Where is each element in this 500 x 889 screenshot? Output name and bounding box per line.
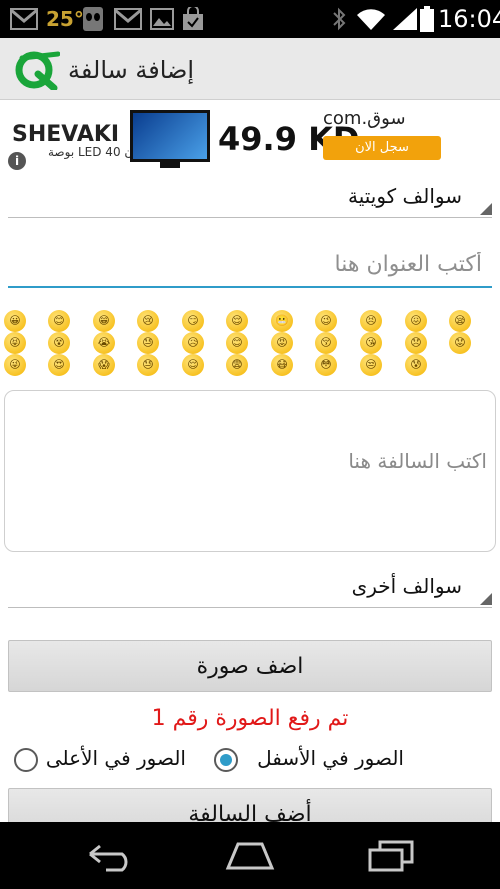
back-icon[interactable] [86, 840, 136, 872]
tv-stand [160, 162, 180, 168]
tv-image [130, 110, 210, 162]
weather-temperature: 25° [46, 7, 84, 31]
image-notification-icon [150, 0, 174, 38]
page-title: إضافة سالفة [68, 56, 195, 84]
radio-label-top: الصور في الأعلى [45, 746, 186, 770]
emoji-icon[interactable]: 😭 [93, 332, 115, 354]
emoji-icon[interactable]: 😓 [137, 332, 159, 354]
category-spinner-label: سوالف كويتية [347, 184, 462, 208]
emoji-icon[interactable]: 😌 [182, 354, 204, 376]
emoji-icon[interactable]: 😳 [315, 354, 337, 376]
emoji-icon[interactable]: 😣 [360, 310, 382, 332]
status-bar: 25° 16:04 [0, 0, 500, 38]
alien-notification-icon [82, 0, 104, 38]
section-spinner-label: سوالف أخرى [351, 574, 462, 598]
emoji-icon[interactable]: 😜 [4, 354, 26, 376]
bluetooth-icon [332, 0, 346, 38]
emoji-icon[interactable]: 😊 [48, 310, 70, 332]
emoji-icon[interactable]: 😨 [226, 354, 248, 376]
shopping-bag-icon [182, 0, 204, 38]
gmail-notification-icon-2 [114, 0, 142, 38]
section-spinner[interactable]: سوالف أخرى [8, 566, 492, 608]
battery-icon [420, 0, 434, 38]
story-input[interactable] [4, 390, 496, 552]
app-logo-icon[interactable] [14, 50, 61, 92]
emoji-icon[interactable]: 😱 [93, 354, 115, 376]
emoji-icon[interactable]: 😚 [315, 332, 337, 354]
emoji-icon[interactable]: 😒 [360, 354, 382, 376]
ad-store-name: سوق.com [323, 108, 406, 129]
emoji-icon[interactable]: 😝 [4, 332, 26, 354]
emoji-icon[interactable]: 😁 [93, 310, 115, 332]
emoji-icon[interactable]: 😵 [48, 332, 70, 354]
info-icon[interactable]: i [8, 152, 26, 170]
clock: 16:04 [438, 5, 500, 33]
emoji-icon[interactable]: 😖 [405, 310, 427, 332]
emoji-icon[interactable]: 😍 [48, 354, 70, 376]
signal-icon [392, 0, 418, 38]
upload-status-text: تم رفع الصورة رقم 1 [151, 706, 349, 731]
ad-brand: SHEVAKI [12, 122, 120, 147]
emoji-icon[interactable]: 😘 [360, 332, 382, 354]
emoji-icon[interactable]: 😓 [137, 354, 159, 376]
emoji-icon[interactable]: 😬 [271, 310, 293, 332]
ad-cta-button[interactable]: سجل الان [323, 136, 441, 160]
add-image-button[interactable]: اضف صورة [8, 640, 492, 692]
emoji-icon[interactable]: 😡 [271, 332, 293, 354]
ad-banner[interactable]: SHEVAKI تلفزيون LED 40 بوصة 49.9 KD سوق.… [0, 102, 444, 171]
emoji-icon[interactable]: 😉 [315, 310, 337, 332]
wifi-icon [356, 0, 386, 38]
image-position-group: الصور في الأسفل الصور في الأعلى [0, 742, 500, 778]
emoji-icon[interactable]: 😞 [405, 332, 427, 354]
emoji-icon[interactable]: 😷 [271, 354, 293, 376]
radio-images-bottom[interactable] [214, 748, 238, 772]
radio-label-bottom: الصور في الأسفل [257, 746, 404, 770]
recents-icon[interactable] [368, 840, 414, 872]
emoji-icon[interactable]: 😪 [449, 310, 471, 332]
emoji-icon[interactable]: 😌 [226, 310, 248, 332]
emoji-icon[interactable]: 😥 [182, 332, 204, 354]
navigation-bar [0, 822, 500, 889]
emoji-icon[interactable]: 😢 [137, 310, 159, 332]
emoji-icon[interactable]: 😀 [4, 310, 26, 332]
emoji-icon[interactable]: 😰 [405, 354, 427, 376]
emoji-icon[interactable]: 😏 [182, 310, 204, 332]
gmail-notification-icon [10, 0, 38, 38]
category-spinner[interactable]: سوالف كويتية [8, 176, 492, 218]
emoji-picker: 😀 😊 😁 😢 😏 😌 😬 😉 😣 😖 😪 😝 😵 😭 😓 😥 😊 😡 😚 😘 😞 😟 😜 😍 😱 😓 😌 😨 😷 😳 😒 😰 [0, 310, 500, 376]
content-area: SHEVAKI تلفزيون LED 40 بوصة 49.9 KD سوق.… [0, 100, 500, 822]
title-input[interactable] [8, 242, 492, 288]
home-icon[interactable] [224, 840, 276, 872]
dropdown-arrow-icon [480, 203, 492, 215]
emoji-icon[interactable]: 😟 [449, 332, 471, 354]
dropdown-arrow-icon [480, 593, 492, 605]
add-story-button[interactable]: أضف السالفة [8, 788, 492, 822]
radio-images-top[interactable] [14, 748, 38, 772]
emoji-icon[interactable]: 😊 [226, 332, 248, 354]
